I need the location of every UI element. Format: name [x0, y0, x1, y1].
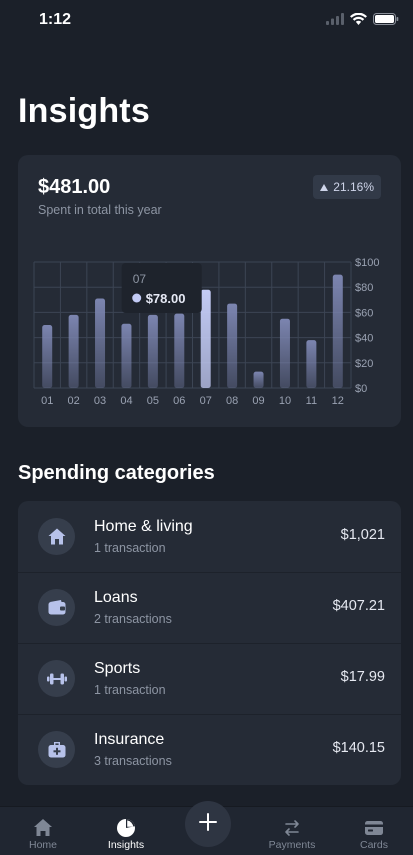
category-row-loans[interactable]: Loans 2 transactions $407.21 [18, 572, 401, 644]
bar [279, 318, 290, 388]
tab-cards[interactable]: Cards [334, 807, 413, 855]
y-tick-label: $100 [355, 257, 379, 269]
bar [253, 371, 264, 388]
battery-icon [373, 12, 399, 30]
plus-icon [198, 812, 218, 837]
bar [332, 274, 343, 388]
bar [227, 303, 238, 388]
category-amount: $1,021 [340, 527, 385, 543]
tooltip-dot [132, 293, 142, 303]
category-name: Loans [94, 589, 138, 606]
x-tick-label: 12 [332, 395, 344, 407]
home-icon [38, 518, 75, 555]
x-tick-label: 04 [120, 395, 132, 407]
x-tick-label: 09 [252, 395, 264, 407]
x-tick-label: 06 [173, 395, 185, 407]
wallet-icon [38, 589, 75, 626]
spending-chart-card: $481.00 Spent in total this year 21.16% … [18, 155, 401, 427]
bar [200, 289, 211, 388]
bar [147, 314, 158, 388]
tooltip-value: $78.00 [146, 291, 186, 306]
page-title: Insights [18, 92, 150, 130]
category-count: 1 transaction [94, 683, 166, 697]
pie-chart-icon [113, 817, 139, 839]
tab-label: Payments [268, 839, 316, 851]
x-tick-label: 05 [147, 395, 159, 407]
spending-categories-title: Spending categories [18, 462, 215, 484]
dumbbell-icon [38, 660, 75, 697]
bar [174, 313, 185, 388]
tooltip-label: 07 [133, 272, 147, 286]
category-amount: $407.21 [332, 598, 385, 614]
y-tick-label: $60 [355, 307, 373, 319]
x-tick-label: 07 [200, 395, 212, 407]
category-count: 2 transactions [94, 612, 172, 626]
tab-label: Cards [359, 839, 388, 851]
medical-bag-icon [38, 731, 75, 768]
x-tick-label: 08 [226, 395, 238, 407]
bar [42, 325, 53, 388]
category-name: Insurance [94, 731, 165, 748]
bar [306, 340, 317, 388]
category-count: 3 transactions [94, 754, 172, 768]
category-row-sports[interactable]: Sports 1 transaction $17.99 [18, 643, 401, 715]
x-tick-label: 10 [279, 395, 291, 407]
y-tick-label: $40 [355, 333, 373, 345]
status-icons [326, 12, 399, 30]
bar [95, 298, 106, 388]
add-button[interactable] [185, 801, 231, 847]
bar [68, 314, 79, 388]
bar [121, 323, 132, 388]
tab-label: Home [28, 839, 57, 851]
category-row-insurance[interactable]: Insurance 3 transactions $140.15 [18, 714, 401, 785]
x-tick-label: 01 [41, 395, 53, 407]
status-bar: 1:12 [0, 0, 413, 40]
bar-chart: $0 $20 $40 $60 $80 $100 01 02 03 04 05 06 07 08 09 10 11… [33, 257, 379, 407]
y-tick-label: $0 [355, 383, 367, 395]
signal-icon [326, 12, 344, 30]
x-tick-label: 02 [68, 395, 80, 407]
x-tick-label: 11 [306, 395, 317, 407]
category-name: Sports [94, 660, 141, 677]
tab-insights[interactable]: Insights [86, 807, 166, 855]
categories-list: Home & living 1 transaction $1,021 Loans… [18, 501, 401, 785]
category-count: 1 transaction [94, 541, 166, 555]
x-tick-label: 03 [94, 395, 106, 407]
home-icon [30, 817, 56, 839]
tab-home[interactable]: Home [3, 807, 83, 855]
category-name: Home & living [94, 518, 193, 535]
transfer-icon [279, 817, 305, 839]
tab-payments[interactable]: Payments [252, 807, 332, 855]
wifi-icon [350, 12, 367, 30]
category-amount: $17.99 [340, 669, 385, 685]
card-icon [361, 817, 387, 839]
y-tick-label: $20 [355, 358, 373, 370]
category-row-home-living[interactable]: Home & living 1 transaction $1,021 [18, 501, 401, 573]
category-amount: $140.15 [332, 740, 385, 756]
tab-label: Insights [107, 839, 145, 851]
status-time: 1:12 [39, 11, 72, 28]
y-tick-label: $80 [355, 282, 373, 294]
